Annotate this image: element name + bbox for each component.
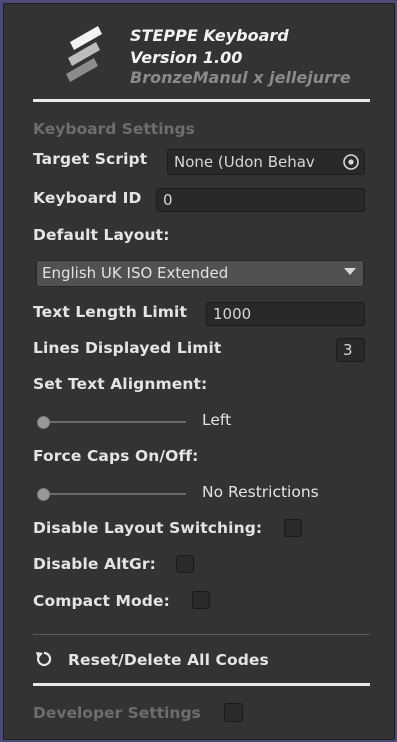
text-alignment-slider-track[interactable]: [38, 421, 186, 423]
target-script-value: None (Udon Behav: [174, 153, 315, 171]
lines-displayed-limit-label: Lines Displayed Limit: [33, 339, 222, 357]
reset-arrow-icon: [36, 651, 52, 667]
target-script-label: Target Script: [33, 150, 148, 168]
force-caps-slider-knob[interactable]: [37, 488, 50, 501]
lines-displayed-limit-input[interactable]: 3: [336, 338, 365, 362]
inspector-panel: [3, 3, 395, 740]
header-version: Version 1.00: [130, 48, 243, 67]
text-alignment-slider-knob[interactable]: [37, 416, 50, 429]
text-length-limit-value: 1000: [213, 305, 252, 323]
keyboard-settings-heading: Keyboard Settings: [33, 120, 195, 138]
target-circle-icon[interactable]: [342, 153, 360, 171]
keyboard-id-value: 0: [163, 191, 173, 209]
keyboard-id-input[interactable]: 0: [156, 188, 365, 212]
reset-delete-label: Reset/Delete All Codes: [68, 651, 269, 669]
disable-altgr-label: Disable AltGr:: [33, 555, 156, 573]
header-separator: [33, 99, 370, 102]
disable-altgr-checkbox[interactable]: [176, 555, 194, 573]
compact-mode-checkbox[interactable]: [192, 591, 210, 609]
force-caps-label: Force Caps On/Off:: [33, 447, 199, 465]
disable-layout-switching-label: Disable Layout Switching:: [33, 519, 263, 537]
set-text-alignment-label: Set Text Alignment:: [33, 375, 208, 393]
keyboard-id-label: Keyboard ID: [33, 189, 142, 207]
developer-settings-checkbox[interactable]: [224, 703, 243, 722]
lines-displayed-limit-value: 3: [343, 341, 353, 359]
compact-mode-label: Compact Mode:: [33, 592, 170, 610]
force-caps-slider-track[interactable]: [38, 493, 186, 495]
target-script-field[interactable]: None (Udon Behav: [167, 149, 365, 175]
default-layout-dropdown[interactable]: English UK ISO Extended: [36, 260, 364, 287]
text-length-limit-input[interactable]: 1000: [206, 302, 365, 326]
disable-layout-switching-checkbox[interactable]: [284, 519, 302, 537]
text-length-limit-label: Text Length Limit: [33, 303, 187, 321]
header-credits: BronzeManul x jellejurre: [130, 68, 351, 87]
actions-separator: [33, 634, 370, 635]
force-caps-value: No Restrictions: [202, 483, 319, 501]
default-layout-label: Default Layout:: [33, 226, 170, 244]
keyboard-keys-logo-icon: [66, 26, 102, 82]
reset-delete-button[interactable]: Reset/Delete All Codes: [33, 646, 333, 674]
developer-separator: [33, 683, 370, 686]
triangle-down-icon: [344, 268, 356, 275]
developer-settings-label: Developer Settings: [33, 704, 201, 722]
default-layout-value: English UK ISO Extended: [42, 264, 229, 282]
text-alignment-value: Left: [202, 411, 232, 429]
header-title: STEPPE Keyboard: [130, 26, 289, 45]
